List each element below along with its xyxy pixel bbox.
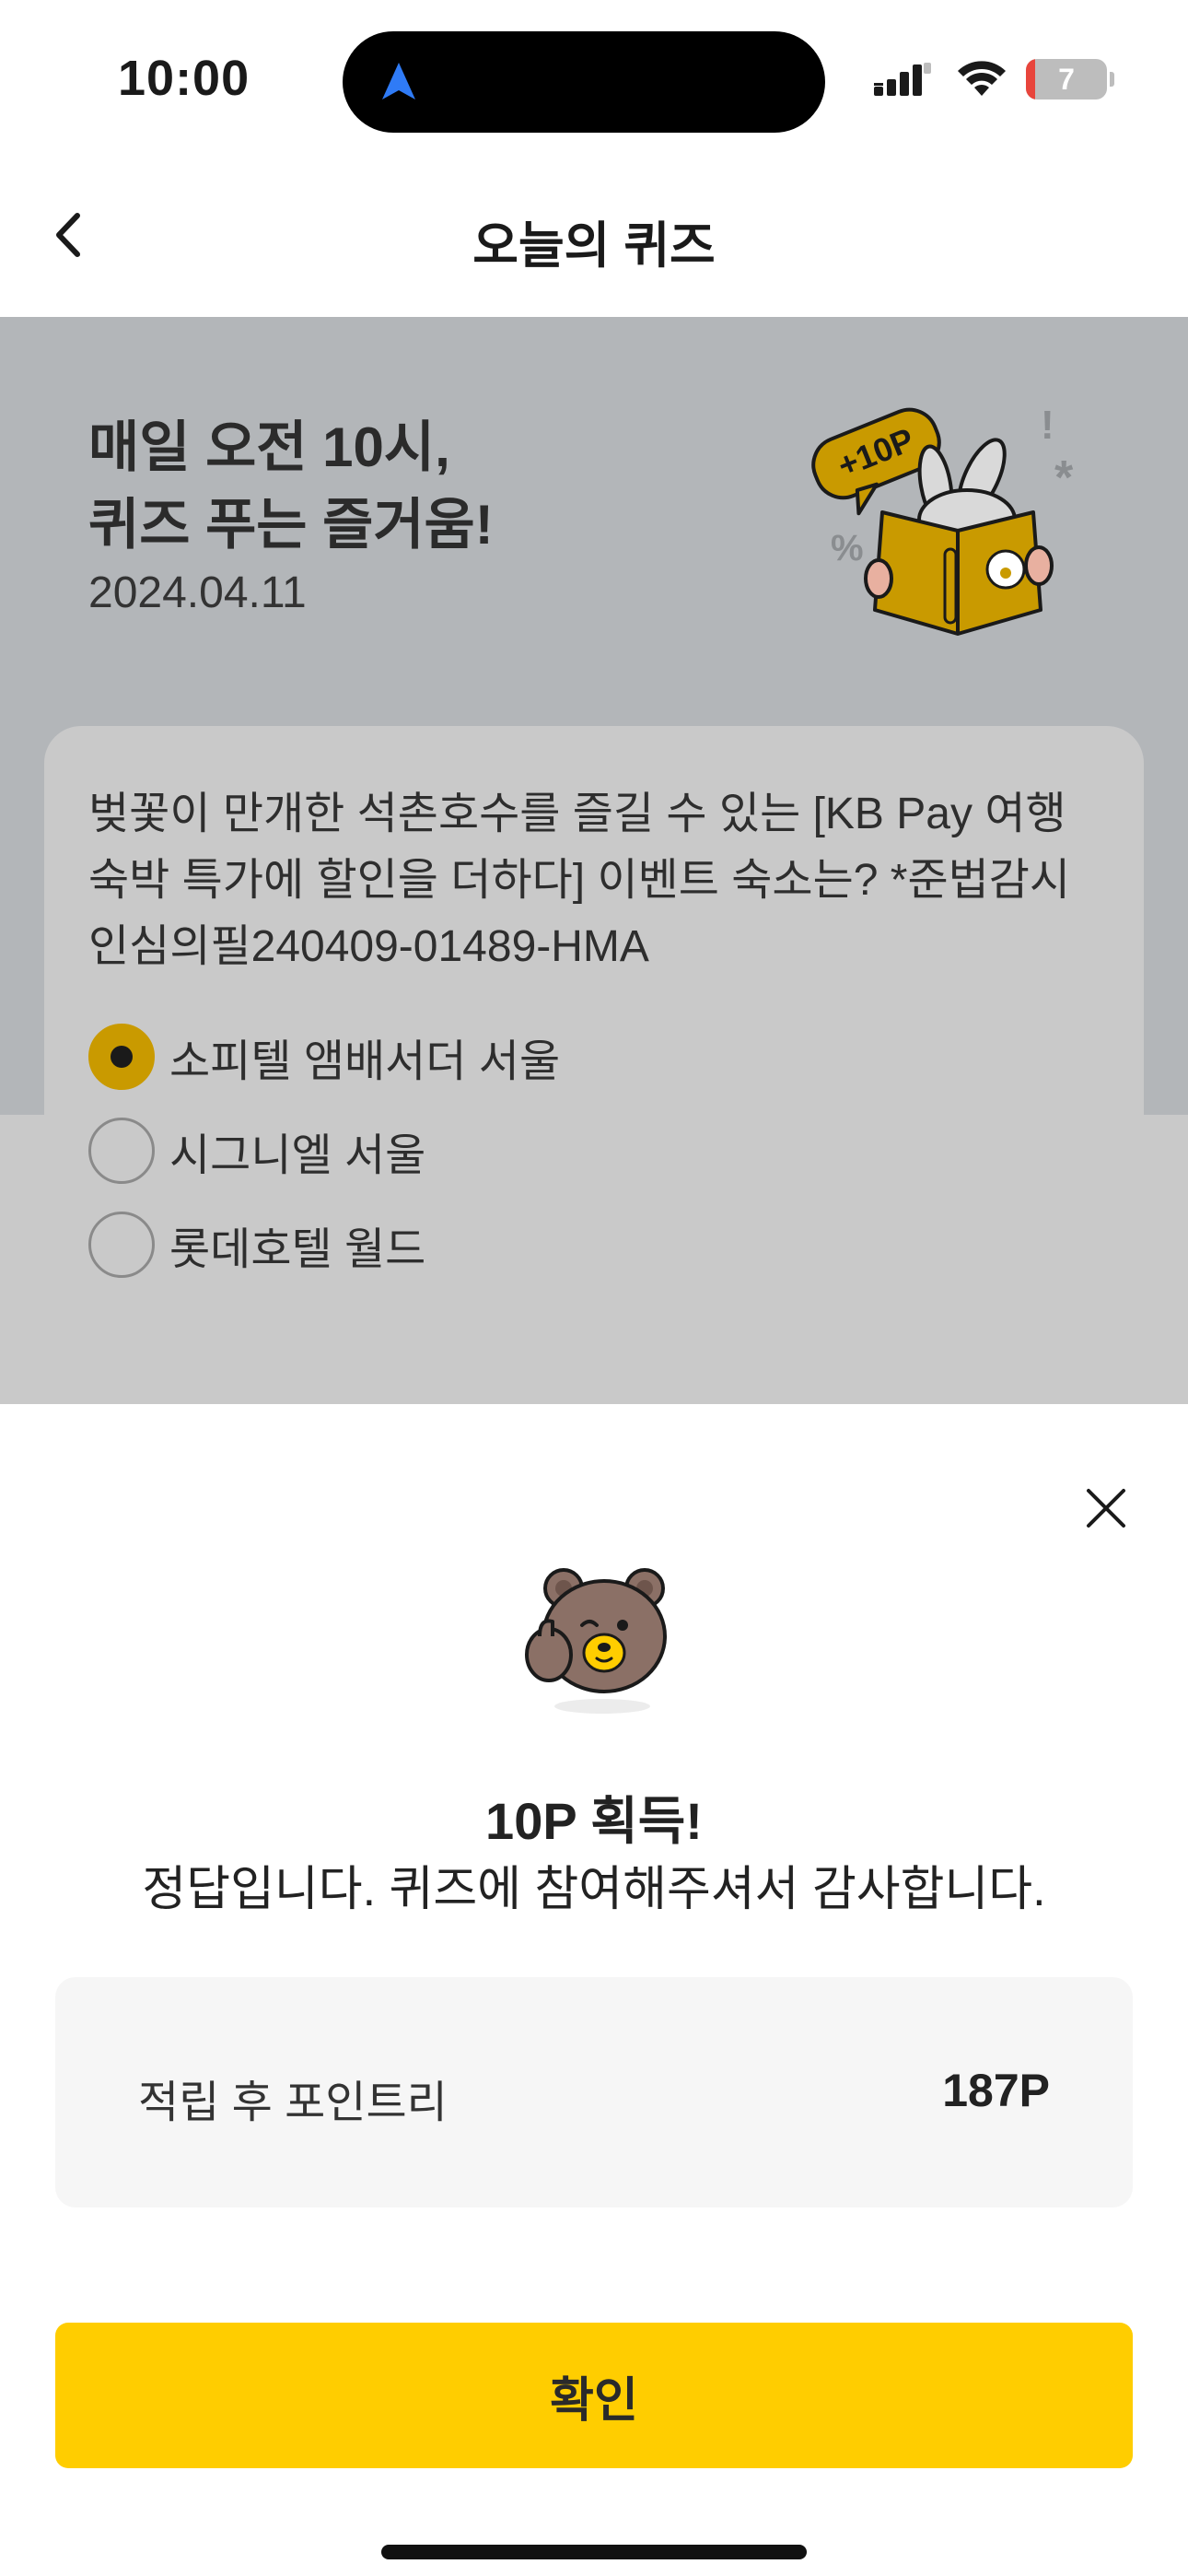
- quiz-date: 2024.04.11: [88, 568, 307, 617]
- close-icon: [1087, 1489, 1125, 1528]
- battery-level: 7: [1058, 63, 1075, 96]
- answer-options: 소피텔 앰배서더 서울 시그니엘 서울 롯데호텔 월드: [88, 1010, 1101, 1292]
- points-summary-box: 적립 후 포인트리 187P: [55, 1977, 1133, 2207]
- battery-body: 7: [1026, 59, 1107, 100]
- result-bottom-sheet: 10P 획득! 정답입니다. 퀴즈에 참여해주셔서 감사합니다. 적립 후 포인…: [0, 1404, 1188, 2576]
- radio-button-selected[interactable]: [88, 1024, 155, 1090]
- status-bar: 10:00 7: [0, 0, 1188, 157]
- rabbit-reading-illustration: +10P ! * %: [811, 403, 1074, 636]
- wifi-icon: [958, 61, 1006, 96]
- confirm-button[interactable]: 확인: [55, 2323, 1133, 2468]
- status-time: 10:00: [118, 51, 250, 106]
- cellular-signal-icon: [874, 63, 931, 96]
- dynamic-island: [343, 31, 825, 133]
- page-title: 오늘의 퀴즈: [472, 218, 716, 274]
- quiz-question: 벚꽃이 만개한 석촌호수를 즐길 수 있는 [KB Pay 여행 숙박 특가에 …: [88, 790, 1071, 971]
- battery-icon: 7: [1026, 59, 1114, 100]
- answer-option-2[interactable]: 시그니엘 서울: [88, 1104, 1101, 1198]
- answer-option-label: 소피텔 앰배서더 서울: [169, 1037, 561, 1086]
- close-button[interactable]: [1074, 1476, 1138, 1540]
- battery-cap: [1110, 72, 1114, 87]
- home-indicator: [381, 2545, 807, 2559]
- answer-option-label: 롯데호텔 월드: [169, 1225, 426, 1274]
- banner-title: 매일 오전 10시, 퀴즈 푸는 즐거움!: [88, 409, 751, 564]
- radio-button[interactable]: [88, 1118, 155, 1184]
- radio-button[interactable]: [88, 1212, 155, 1278]
- banner-title-line2: 퀴즈 푸는 즐거움!: [88, 494, 494, 556]
- banner-title-line1: 매일 오전 10시,: [88, 416, 450, 478]
- svg-text:*: *: [1054, 451, 1074, 505]
- answer-option-3[interactable]: 롯데호텔 월드: [88, 1198, 1101, 1292]
- answer-option-label: 시그니엘 서울: [169, 1131, 426, 1180]
- svg-text:%: %: [831, 528, 864, 568]
- result-title: 10P 획득!: [485, 1792, 703, 1850]
- quiz-content: 매일 오전 10시, 퀴즈 푸는 즐거움! 2024.04.11 +10P ! …: [0, 317, 1188, 1404]
- points-value: 187P: [942, 2065, 1050, 2116]
- bear-thumbs-up-icon: [525, 1568, 667, 1714]
- navigation-arrow-icon: [382, 63, 415, 100]
- quiz-card: 벚꽃이 만개한 석촌호수를 즐길 수 있는 [KB Pay 여행 숙박 특가에 …: [44, 726, 1144, 1389]
- svg-text:!: !: [1041, 403, 1054, 448]
- result-message: 정답입니다. 퀴즈에 참여해주셔서 감사합니다.: [142, 1863, 1046, 1916]
- answer-option-1[interactable]: 소피텔 앰배서더 서울: [88, 1010, 1101, 1104]
- points-label: 적립 후 포인트리: [138, 2078, 448, 2127]
- app-header: 오늘의 퀴즈: [0, 157, 1188, 317]
